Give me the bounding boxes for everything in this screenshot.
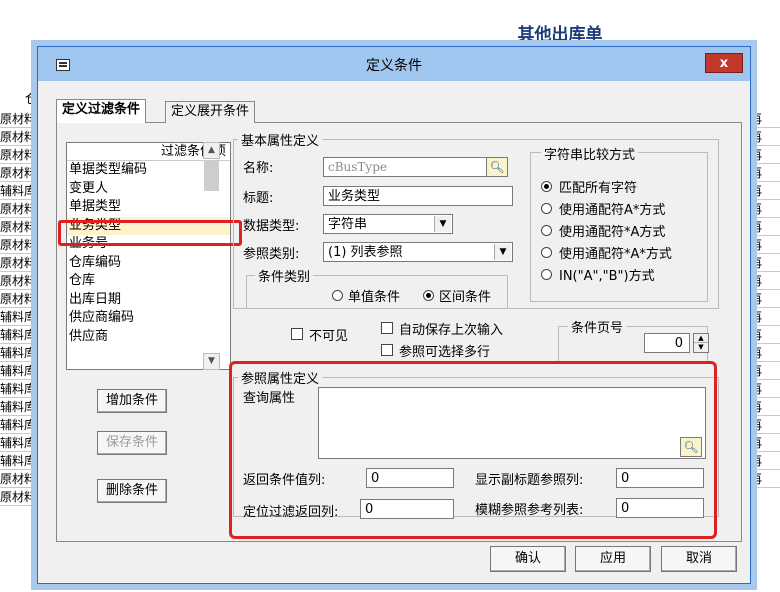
name-label: 名称:: [243, 161, 274, 176]
table-row: 再: [746, 200, 780, 218]
scroll-down-icon[interactable]: ▼: [203, 353, 220, 370]
table-row: 再: [746, 326, 780, 344]
page-number-label: 条件页号: [568, 317, 627, 336]
chevron-down-icon: ▼: [494, 244, 511, 260]
single-condition-radio[interactable]: [332, 290, 343, 301]
ref-type-label: 参照类别:: [243, 247, 300, 262]
table-row: 再: [746, 236, 780, 254]
selection-annotation-box: [58, 220, 242, 246]
compare-option-label: 使用通配符*A方式: [559, 225, 666, 240]
apply-button[interactable]: 应用: [575, 546, 651, 572]
table-row: 再: [746, 380, 780, 398]
table-row: 再: [746, 398, 780, 416]
basic-properties-label: 基本属性定义: [238, 130, 323, 149]
increment-icon[interactable]: ▲: [694, 334, 708, 343]
tab-define-filter[interactable]: 定义过滤条件: [56, 99, 147, 123]
title-field[interactable]: 业务类型: [323, 186, 513, 206]
string-compare-label: 字符串比较方式: [541, 144, 639, 163]
table-row: 再: [746, 164, 780, 182]
ref-type-select[interactable]: (1) 列表参照 ▼: [323, 242, 513, 262]
name-lookup-button[interactable]: 🔍︎: [486, 157, 508, 177]
table-row: 再: [746, 110, 780, 128]
dialog-title: 定义条件: [366, 58, 422, 74]
table-row: 再: [746, 254, 780, 272]
ok-button[interactable]: 确认: [490, 546, 566, 572]
range-condition-label: 区间条件: [439, 290, 492, 305]
compare-option-radio[interactable]: [541, 269, 552, 280]
dialog-titlebar[interactable]: 定义条件 x: [38, 47, 750, 81]
compare-option-radio[interactable]: [541, 247, 552, 258]
table-row: 再: [746, 434, 780, 452]
cancel-button[interactable]: 取消: [661, 546, 737, 572]
table-row: 再: [746, 272, 780, 290]
table-row: 再: [746, 308, 780, 326]
multi-select-label: 参照可选择多行: [399, 345, 491, 360]
compare-option-radio[interactable]: [541, 203, 552, 214]
bg-right-column: 再 再 再 再 再 再 再 再 再 再 再 再 再 再 再 再 再 再 再 再 …: [746, 110, 780, 488]
scroll-up-icon[interactable]: ▲: [203, 142, 220, 159]
search-icon: 🔍︎: [489, 160, 505, 174]
page-title: 其他出库单: [517, 25, 603, 45]
table-row: 再: [746, 362, 780, 380]
table-row: 再: [746, 452, 780, 470]
add-condition-button[interactable]: 增加条件: [97, 389, 167, 413]
delete-condition-button[interactable]: 删除条件: [97, 479, 167, 503]
compare-option-radio[interactable]: [541, 225, 552, 236]
page-number-input[interactable]: 0: [644, 333, 690, 353]
table-row: 再: [746, 470, 780, 488]
table-row: 再: [746, 182, 780, 200]
compare-option-label: IN("A","B")方式: [559, 269, 655, 284]
table-row: 再: [746, 344, 780, 362]
compare-option-label: 使用通配符*A*方式: [559, 247, 672, 262]
compare-option-radio[interactable]: [541, 181, 552, 192]
tab-define-expand[interactable]: 定义展开条件: [165, 101, 256, 123]
autosave-checkbox[interactable]: [381, 322, 393, 334]
name-field[interactable]: cBusType: [323, 157, 488, 177]
invisible-checkbox[interactable]: [291, 328, 303, 340]
range-condition-radio[interactable]: [423, 290, 434, 301]
compare-option-label: 使用通配符A*方式: [559, 203, 666, 218]
save-condition-button[interactable]: 保存条件: [97, 431, 167, 455]
decrement-icon[interactable]: ▼: [694, 343, 708, 352]
close-button[interactable]: x: [705, 53, 743, 73]
single-condition-label: 单值条件: [348, 290, 401, 305]
table-row: 再: [746, 218, 780, 236]
condition-type-label: 条件类别: [255, 266, 314, 285]
page-number-stepper[interactable]: ▲ ▼: [693, 333, 709, 353]
scroll-thumb[interactable]: [204, 161, 219, 191]
table-row: 再: [746, 290, 780, 308]
chevron-down-icon: ▼: [434, 216, 451, 232]
list-scrollbar[interactable]: ▲ ▼: [203, 142, 220, 370]
ref-type-value: (1) 列表参照: [328, 245, 403, 260]
autosave-label: 自动保存上次输入: [399, 323, 504, 338]
data-type-label: 数据类型:: [243, 219, 300, 234]
invisible-label: 不可见: [309, 329, 349, 344]
data-type-value: 字符串: [328, 217, 368, 232]
table-row: 再: [746, 128, 780, 146]
title-label: 标题:: [243, 191, 274, 206]
reference-annotation-box: [229, 361, 717, 539]
data-type-select[interactable]: 字符串 ▼: [323, 214, 453, 234]
compare-option-label: 匹配所有字符: [559, 181, 638, 196]
multi-select-checkbox[interactable]: [381, 344, 393, 356]
table-row: 再: [746, 146, 780, 164]
table-row: 再: [746, 416, 780, 434]
